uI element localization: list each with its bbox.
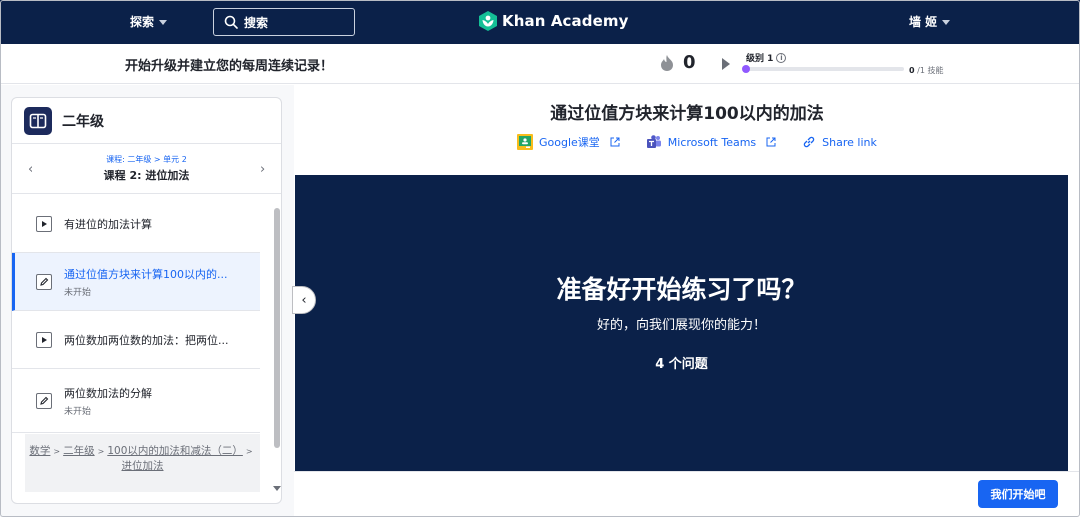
item-title: 通过位值方块来计算100以内的... — [64, 267, 228, 281]
level-label: 级别 1 i — [746, 51, 787, 64]
explore-menu[interactable]: 探索 — [130, 13, 168, 30]
unit-navigator: ‹ 课程: 二年级 > 单元 2 课程 2: 进位加法 › — [12, 144, 281, 194]
level-progress-bar — [742, 65, 904, 73]
user-menu[interactable]: 墙 姬 — [909, 13, 951, 30]
external-link-icon — [610, 137, 620, 147]
item-title: 有进位的加法计算 — [64, 217, 152, 231]
microsoft-teams-link[interactable]: Microsoft Teams — [646, 134, 776, 150]
share-link-label: Share link — [822, 135, 877, 149]
microsoft-teams-label: Microsoft Teams — [667, 135, 757, 149]
search-input[interactable]: 搜索 — [213, 8, 355, 36]
skill-progress-text: 0 /1 技能 — [909, 65, 943, 76]
scroll-down-icon[interactable] — [273, 486, 281, 491]
course-header[interactable]: 二年级 — [12, 98, 281, 144]
level-progress-dot — [742, 65, 750, 73]
footer-bar — [294, 471, 1080, 517]
share-link[interactable]: Share link — [802, 134, 877, 150]
sidebar-scrollbar[interactable] — [274, 208, 280, 448]
chevron-left-icon: ‹ — [301, 292, 307, 308]
list-item[interactable]: 两位数加两位数的加法：把两位... — [12, 311, 260, 369]
practice-panel: 准备好开始练习了吗？ 好的，向我们展现你的能力！ 4 个问题 — [295, 175, 1068, 471]
item-title: 两位数加两位数的加法：把两位... — [64, 333, 229, 347]
logo-text: Khan Academy — [502, 12, 629, 30]
info-icon[interactable]: i — [776, 52, 787, 63]
google-classroom-link[interactable]: Google课堂 — [517, 134, 620, 150]
video-icon — [36, 331, 52, 348]
user-name: 墙 姬 — [909, 15, 938, 29]
item-status: 未开始 — [64, 287, 92, 298]
flame-icon — [661, 54, 673, 71]
share-row: Google课堂 Microsoft Teams Share link — [517, 134, 877, 150]
google-classroom-label: Google课堂 — [539, 136, 600, 149]
breadcrumb-link[interactable]: 二年级 — [63, 445, 95, 457]
pencil-icon — [36, 392, 52, 409]
practice-subtitle: 好的，向我们展现你的能力！ — [596, 318, 766, 333]
item-title: 两位数加法的分解 — [64, 386, 152, 400]
pencil-icon — [36, 273, 52, 290]
microsoft-teams-icon — [646, 135, 661, 148]
link-icon — [803, 136, 815, 148]
top-nav: 探索 搜索 Khan Academy 墙 姬 — [0, 0, 1080, 44]
chevron-down-icon — [159, 20, 168, 25]
book-icon — [24, 106, 52, 135]
practice-title: 准备好开始练习了吗？ — [556, 275, 807, 304]
course-title: 二年级 — [62, 113, 104, 130]
streak-count: 0 — [683, 52, 696, 73]
search-placeholder: 搜索 — [244, 15, 269, 30]
list-item[interactable]: 有进位的加法计算 — [12, 195, 260, 253]
breadcrumb: 数学 > 二年级 >100以内的加法和减法（二） >进位加法 — [25, 434, 260, 492]
page-title: 通过位值方块来计算100以内的加法 — [550, 104, 824, 124]
google-classroom-icon — [517, 134, 533, 150]
streak-counter[interactable]: 0 — [659, 52, 696, 73]
khan-logo-icon — [479, 11, 497, 31]
start-button[interactable]: 我们开始吧 — [978, 480, 1058, 508]
external-link-icon — [766, 137, 776, 147]
breadcrumb-link[interactable]: 数学 — [29, 445, 50, 457]
list-item[interactable]: 两位数加法的分解 未开始 — [12, 369, 260, 433]
level-text: 级别 1 — [746, 54, 774, 64]
video-icon — [36, 215, 52, 232]
chevron-right-icon[interactable]: › — [260, 162, 265, 177]
chevron-down-icon — [942, 20, 951, 25]
skills-done: 0 — [909, 66, 915, 75]
course-sidebar: 二年级 ‹ 课程: 二年级 > 单元 2 课程 2: 进位加法 › 有进位的加法… — [11, 97, 282, 504]
breadcrumb-link[interactable]: 进位加法 — [122, 460, 164, 472]
unit-crumb[interactable]: 课程: 二年级 > 单元 2 — [12, 154, 281, 165]
question-count: 4 个问题 — [655, 357, 708, 372]
explore-label: 探索 — [130, 15, 155, 29]
streak-message: 开始升级并建立您的每周连续记录！ — [125, 59, 334, 74]
list-item[interactable]: 通过位值方块来计算100以内的... 未开始 — [12, 253, 260, 311]
item-status: 未开始 — [64, 406, 92, 417]
streak-bar: 开始升级并建立您的每周连续记录！ 0 级别 1 i 0 /1 技能 — [0, 44, 1080, 84]
skills-total: /1 技能 — [917, 66, 944, 75]
lesson-list: 有进位的加法计算 通过位值方块来计算100以内的... 未开始 两位数加两位数的… — [12, 195, 260, 433]
breadcrumb-link[interactable]: 100以内的加法和减法（二） — [107, 445, 243, 457]
khan-academy-logo[interactable]: Khan Academy — [479, 11, 628, 31]
play-icon[interactable] — [722, 58, 730, 70]
unit-title: 课程 2: 进位加法 — [103, 169, 190, 182]
search-icon — [224, 15, 238, 29]
